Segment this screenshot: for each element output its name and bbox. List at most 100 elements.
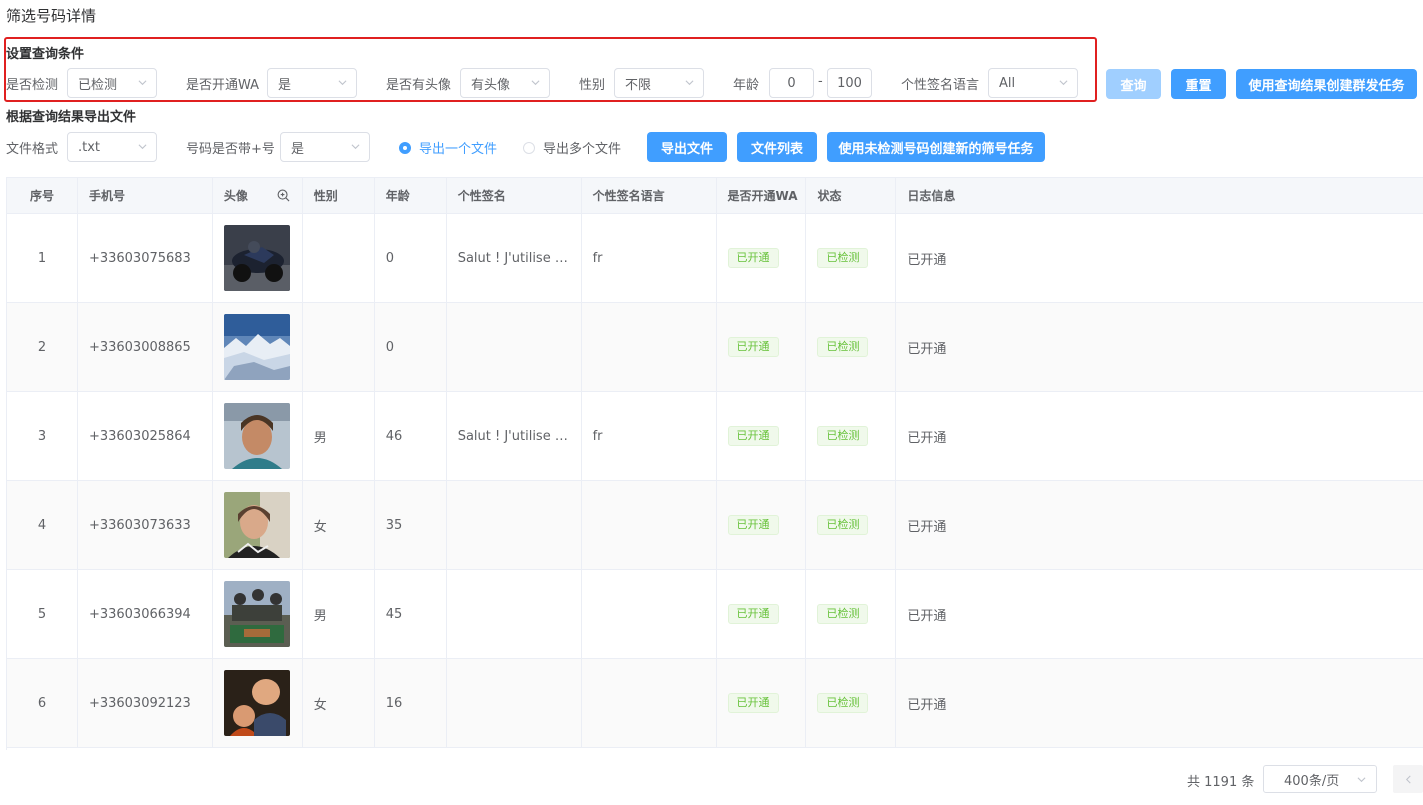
cell-no: 2 bbox=[7, 303, 78, 391]
plus-label: 号码是否带+号 bbox=[186, 142, 275, 157]
file-list-button[interactable]: 文件列表 bbox=[737, 132, 817, 162]
avatar-select[interactable]: 有头像 bbox=[460, 68, 550, 98]
table-row[interactable]: 3 +33603025864 男 46 Salut ! J'utilise Wh… bbox=[7, 392, 1423, 481]
status-tag: 已检测 bbox=[817, 426, 869, 446]
chevron-down-icon bbox=[138, 144, 147, 150]
cell-phone: +33603066394 bbox=[78, 570, 213, 658]
create-group-task-button[interactable]: 使用查询结果创建群发任务 bbox=[1236, 69, 1417, 99]
page-title: 筛选号码详情 bbox=[6, 7, 97, 25]
export-section-title: 根据查询结果导出文件 bbox=[6, 110, 137, 125]
wa-tag: 已开通 bbox=[727, 604, 779, 624]
cell-sig-lang bbox=[582, 570, 717, 658]
header-signature: 个性签名 bbox=[447, 178, 582, 213]
avatar-image[interactable] bbox=[223, 492, 290, 558]
cell-sig-lang bbox=[582, 481, 717, 569]
chevron-down-icon bbox=[1059, 80, 1068, 86]
cell-sig-lang: fr bbox=[582, 392, 717, 480]
create-filter-task-button[interactable]: 使用未检测号码创建新的筛号任务 bbox=[827, 132, 1045, 162]
header-log: 日志信息 bbox=[907, 189, 956, 203]
avatar-label: 是否有头像 bbox=[386, 78, 452, 93]
plus-select[interactable]: 是 bbox=[280, 132, 370, 162]
chevron-left-icon bbox=[1405, 775, 1411, 783]
table-row[interactable]: 2 +33603008865 0 已开通 已检测 已开通 bbox=[7, 303, 1423, 392]
header-gender: 性别 bbox=[303, 178, 375, 213]
chevron-down-icon bbox=[531, 80, 540, 86]
status-tag: 已检测 bbox=[817, 515, 869, 535]
cell-avatar bbox=[213, 570, 303, 658]
detected-label: 是否检测 bbox=[6, 78, 59, 93]
cell-age: 0 bbox=[375, 214, 447, 302]
header-no: 序号 bbox=[7, 178, 78, 213]
reset-button[interactable]: 重置 bbox=[1171, 69, 1226, 99]
gender-label: 性别 bbox=[579, 78, 606, 93]
cell-no: 4 bbox=[7, 481, 78, 569]
cell-signature bbox=[447, 303, 582, 391]
cell-age: 45 bbox=[375, 570, 447, 658]
table-row[interactable]: 5 +33603066394 男 45 已开通 已检测 已开通 bbox=[7, 570, 1423, 659]
cell-avatar bbox=[213, 659, 303, 747]
cell-no: 3 bbox=[7, 392, 78, 480]
cell-age: 35 bbox=[375, 481, 447, 569]
cell-wa: 已开通 bbox=[717, 392, 807, 480]
cell-sig-lang bbox=[582, 303, 717, 391]
cell-phone: +33603092123 bbox=[78, 659, 213, 747]
header-sig-lang: 个性签名语言 bbox=[582, 178, 717, 213]
sig-lang-select[interactable]: All bbox=[988, 68, 1078, 98]
cell-log: 已开通 bbox=[907, 341, 947, 357]
cell-status: 已检测 bbox=[806, 392, 897, 480]
table-row[interactable]: 6 +33603092123 女 16 已开通 已检测 已开通 bbox=[7, 659, 1423, 748]
cell-status: 已检测 bbox=[806, 481, 897, 569]
prev-page-button[interactable] bbox=[1393, 765, 1423, 793]
cell-signature bbox=[447, 659, 582, 747]
cell-age: 16 bbox=[375, 659, 447, 747]
avatar-image[interactable] bbox=[223, 314, 290, 380]
age-label: 年龄 bbox=[733, 78, 760, 93]
cell-no: 1 bbox=[7, 214, 78, 302]
avatar-image[interactable] bbox=[223, 403, 290, 469]
avatar-image[interactable] bbox=[223, 670, 290, 736]
query-section-title: 设置查询条件 bbox=[6, 47, 85, 62]
wa-tag: 已开通 bbox=[727, 426, 779, 446]
gender-select[interactable]: 不限 bbox=[614, 68, 704, 98]
radio-checked-icon bbox=[399, 141, 411, 154]
query-button[interactable]: 查询 bbox=[1106, 69, 1161, 99]
cell-gender: 男 bbox=[303, 570, 375, 658]
header-avatar: 头像 bbox=[213, 178, 303, 213]
cell-avatar bbox=[213, 392, 303, 480]
cell-age: 0 bbox=[375, 303, 447, 391]
format-select[interactable]: .txt bbox=[67, 132, 157, 162]
cell-avatar bbox=[213, 481, 303, 569]
page-size-select[interactable]: 400条/页 bbox=[1263, 765, 1377, 793]
cell-wa: 已开通 bbox=[717, 303, 807, 391]
table-row[interactable]: 4 +33603073633 女 35 已开通 已检测 已开通 bbox=[7, 481, 1423, 570]
cell-signature: Salut ! J'utilise WhatsApp. bbox=[447, 392, 582, 480]
cell-wa: 已开通 bbox=[717, 481, 807, 569]
avatar-image[interactable] bbox=[223, 225, 290, 291]
radio-one-file[interactable]: 导出一个文件 bbox=[399, 138, 497, 157]
export-file-button[interactable]: 导出文件 bbox=[647, 132, 727, 162]
cell-log: 已开通 bbox=[907, 519, 947, 535]
wa-tag: 已开通 bbox=[727, 693, 779, 713]
header-wa: 是否开通WA bbox=[717, 178, 807, 213]
avatar-image[interactable] bbox=[223, 581, 290, 647]
zoom-in-icon[interactable] bbox=[277, 189, 290, 202]
cell-gender: 女 bbox=[303, 659, 375, 747]
sig-lang-label: 个性签名语言 bbox=[901, 78, 980, 93]
detected-select[interactable]: 已检测 bbox=[67, 68, 157, 98]
status-tag: 已检测 bbox=[817, 604, 869, 624]
age-max-input[interactable]: 100 bbox=[827, 68, 872, 98]
age-min-input[interactable]: 0 bbox=[769, 68, 814, 98]
cell-log: 已开通 bbox=[907, 430, 947, 446]
cell-gender bbox=[303, 214, 375, 302]
age-separator: - bbox=[818, 74, 823, 89]
wa-select[interactable]: 是 bbox=[267, 68, 357, 98]
cell-log: 已开通 bbox=[907, 252, 947, 268]
cell-phone: +33603025864 bbox=[78, 392, 213, 480]
wa-tag: 已开通 bbox=[727, 337, 779, 357]
status-tag: 已检测 bbox=[817, 248, 869, 268]
cell-wa: 已开通 bbox=[717, 214, 807, 302]
cell-no: 6 bbox=[7, 659, 78, 747]
radio-many-files[interactable]: 导出多个文件 bbox=[523, 138, 621, 157]
table-row[interactable]: 1 +33603075683 0 Salut ! J'utilise Whats… bbox=[7, 214, 1423, 303]
pagination-total: 共 1191 条 bbox=[1187, 775, 1255, 790]
